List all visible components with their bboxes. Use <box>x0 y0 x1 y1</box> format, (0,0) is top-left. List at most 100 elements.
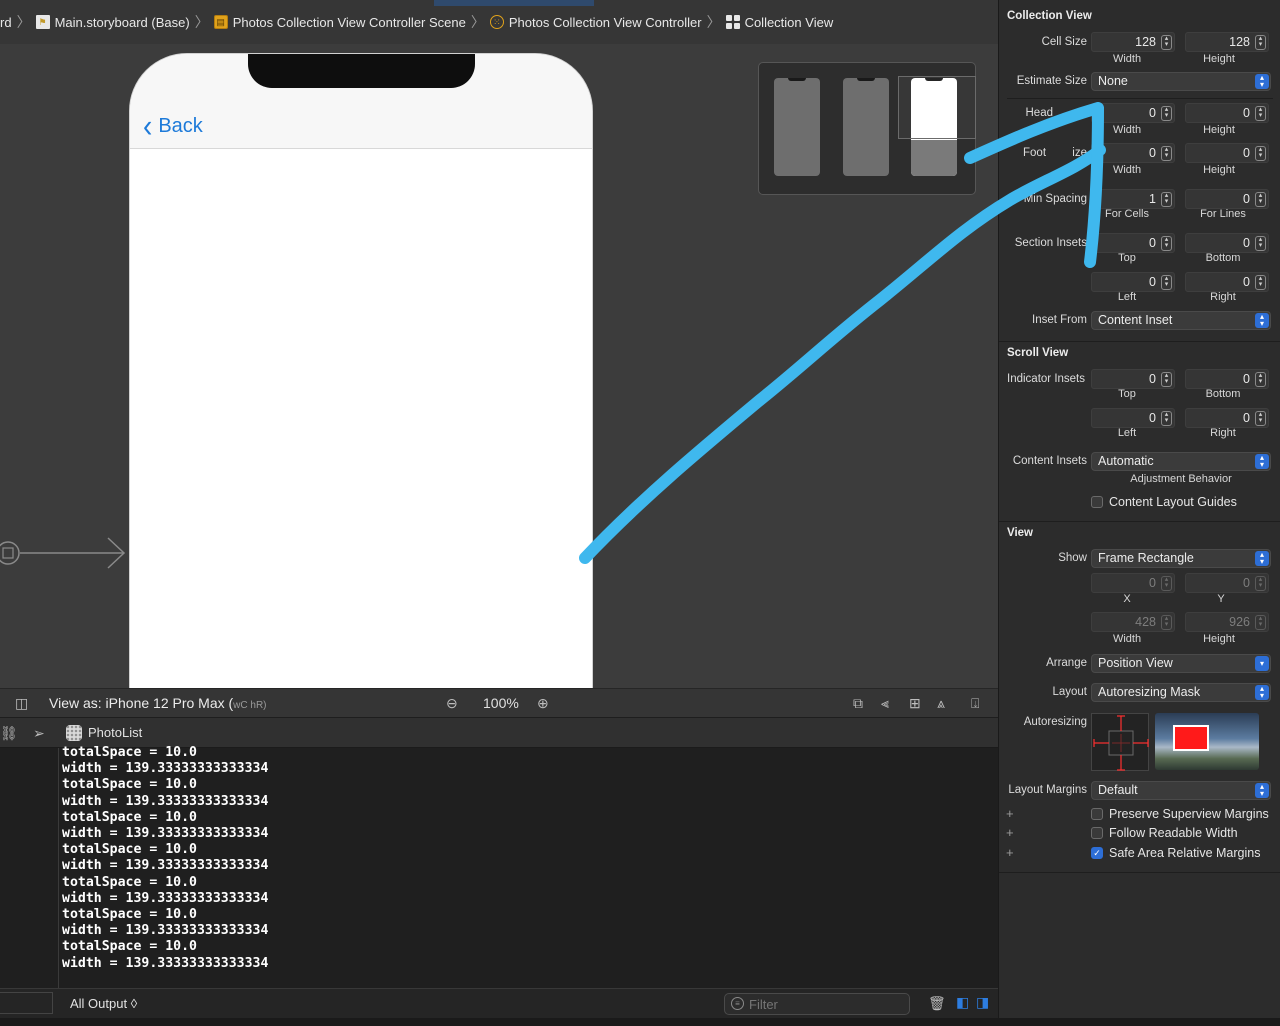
popup-chevron-icon: ▴ ▾ <box>1255 74 1269 89</box>
layout-margins-popup[interactable]: Default ▴ ▾ <box>1091 781 1271 800</box>
debug-view-hierarchy-icon[interactable]: ⛓ <box>0 725 18 742</box>
min-spacing-cells-field[interactable]: 1 ▴ ▾ <box>1091 189 1175 209</box>
layout-popup[interactable]: Autoresizing Mask ▴ ▾ <box>1091 683 1271 702</box>
indicator-inset-top-field[interactable]: 0 ▴ ▾ <box>1091 369 1175 389</box>
process-selector[interactable]: PhotoList <box>66 724 142 741</box>
autoresizing-springs-icon <box>1093 715 1149 771</box>
chevron-left-icon: ‹ <box>143 107 153 144</box>
sub-label-top: Top <box>1118 388 1136 400</box>
embed-in-icon[interactable]: ⍗ <box>971 695 979 712</box>
add-variation-icon[interactable]: + <box>1006 825 1014 840</box>
sub-label-width: Width <box>1112 164 1142 176</box>
follow-readable-width-checkbox[interactable]: Follow Readable Width <box>1091 826 1238 840</box>
cell-width-field[interactable]: 128 ▴ ▾ <box>1091 32 1175 52</box>
console-filter-input[interactable] <box>724 993 910 1015</box>
show-console-view-icon[interactable]: ◨ <box>976 994 989 1011</box>
breadcrumb-item-collection-view[interactable]: Collection View <box>725 0 833 44</box>
variables-view[interactable] <box>0 748 59 1018</box>
safe-area-relative-margins-checkbox[interactable]: ✓ Safe Area Relative Margins <box>1091 846 1260 860</box>
header-height-field[interactable]: 0 ▴ ▾ <box>1185 103 1269 123</box>
zoom-level[interactable]: 100% <box>483 695 519 711</box>
add-constraints-icon[interactable]: ⊞ <box>909 695 921 712</box>
stepper-icon: ▴ ▾ <box>1255 372 1266 387</box>
autoresizing-label: Autoresizing <box>1023 716 1087 728</box>
frame-y-field[interactable]: 0 ▴ ▾ <box>1185 573 1269 593</box>
cell-height-field[interactable]: 128 ▴ ▾ <box>1185 32 1269 52</box>
frame-x-field[interactable]: 0 ▴ ▾ <box>1091 573 1175 593</box>
section-inset-top-field[interactable]: 0 ▴ ▾ <box>1091 233 1175 253</box>
section-inset-left-field[interactable]: 0 ▴ ▾ <box>1091 272 1175 292</box>
scene-icon: ▤ <box>213 15 228 29</box>
stepper-icon: ▴ ▾ <box>1255 576 1266 591</box>
trash-icon[interactable]: 🗑 <box>928 995 946 1012</box>
stepper-icon: ▴ ▾ <box>1255 615 1266 630</box>
layout-label: Layout <box>1052 686 1087 698</box>
add-variation-icon[interactable]: + <box>1006 845 1014 860</box>
cell-size-label: Cell Size <box>1041 36 1087 48</box>
debug-console[interactable]: totalSpace = 10.0 width = 139.33333333333… <box>0 745 998 1018</box>
indicator-inset-right-field[interactable]: 0 ▴ ▾ <box>1185 408 1269 428</box>
add-variation-icon[interactable]: + <box>1006 806 1014 821</box>
minimap-viewport[interactable] <box>898 76 976 139</box>
sub-label-height: Height <box>1203 53 1235 65</box>
view-as-device-button[interactable]: View as: iPhone 12 Pro Max (wC hR) <box>49 695 267 711</box>
iphone-scene[interactable]: ‹ Back <box>129 53 593 688</box>
show-label: Show <box>1058 552 1087 564</box>
sub-label-right: Right <box>1210 427 1236 439</box>
header-width-field[interactable]: 0 ▴ ▾ <box>1091 103 1175 123</box>
console-line: width = 139.33333333333334 <box>62 955 269 971</box>
simulate-location-icon[interactable]: ➢ <box>33 725 45 742</box>
content-layout-guides-checkbox[interactable]: Content Layout Guides <box>1091 495 1237 509</box>
section-inset-bottom-field[interactable]: 0 ▴ ▾ <box>1185 233 1269 253</box>
minimap[interactable] <box>758 62 976 195</box>
indicator-inset-left-field[interactable]: 0 ▴ ▾ <box>1091 408 1175 428</box>
autoresizing-mask-editor[interactable] <box>1091 713 1149 771</box>
inset-from-popup[interactable]: Content Inset ▴ ▾ <box>1091 311 1271 330</box>
footer-height-field[interactable]: 0 ▴ ▾ <box>1185 143 1269 163</box>
document-outline-toggle-icon[interactable]: ◫ <box>15 695 28 712</box>
stepper-icon: ▴ ▾ <box>1161 576 1172 591</box>
stepper-icon: ▴ ▾ <box>1161 615 1172 630</box>
min-spacing-lines-field[interactable]: 0 ▴ ▾ <box>1185 189 1269 209</box>
section-inset-right-field[interactable]: 0 ▴ ▾ <box>1185 272 1269 292</box>
update-frames-icon[interactable]: ⧉ <box>853 695 863 712</box>
console-line: totalSpace = 10.0 <box>62 745 197 760</box>
stepper-icon: ▴ ▾ <box>1161 146 1172 161</box>
breadcrumb-item-main-storyboard[interactable]: ⚑ Main.storyboard (Base) 〉 <box>35 0 214 44</box>
back-button[interactable]: ‹ Back <box>143 107 203 144</box>
console-bottom-bar: All Output ◊ ≡ 🗑 ◧ ◨ <box>0 988 998 1018</box>
content-insets-popup[interactable]: Automatic ▴ ▾ <box>1091 452 1271 471</box>
sub-label-height: Height <box>1203 633 1235 645</box>
show-variables-view-icon[interactable]: ◧ <box>956 994 969 1011</box>
zoom-in-icon[interactable]: ⊕ <box>537 695 549 712</box>
checkmark-icon: ✓ <box>1091 847 1103 859</box>
variables-filter[interactable] <box>0 992 53 1014</box>
minimap-scene-1[interactable] <box>774 78 820 176</box>
footer-width-field[interactable]: 0 ▴ ▾ <box>1091 143 1175 163</box>
estimate-size-popup[interactable]: None ▴ ▾ <box>1091 72 1271 91</box>
breadcrumb-item-scene[interactable]: ▤ Photos Collection View Controller Scen… <box>213 0 490 44</box>
console-line: totalSpace = 10.0 <box>62 809 197 825</box>
output-selector[interactable]: All Output ◊ <box>70 996 137 1011</box>
show-popup[interactable]: Frame Rectangle ▴ ▾ <box>1091 549 1271 568</box>
section-title-scroll-view: Scroll View <box>1007 347 1069 359</box>
header-size-label: Head <box>1025 107 1054 119</box>
frame-width-field[interactable]: 428 ▴ ▾ <box>1091 612 1175 632</box>
breadcrumb-item-view-controller[interactable]: ⁙ Photos Collection View Controller 〉 <box>489 0 726 44</box>
section-title-collection-view: Collection View <box>1007 10 1092 22</box>
sub-label-width: Width <box>1112 633 1142 645</box>
minimap-scene-2[interactable] <box>843 78 889 176</box>
indicator-inset-bottom-field[interactable]: 0 ▴ ▾ <box>1185 369 1269 389</box>
zoom-out-icon[interactable]: ⊖ <box>446 695 458 712</box>
align-icon[interactable]: ⫷ <box>881 695 889 712</box>
sub-label-for-cells: For Cells <box>1104 208 1149 220</box>
resolve-issues-icon[interactable]: ⩓ <box>937 695 945 712</box>
preserve-superview-margins-checkbox[interactable]: Preserve Superview Margins <box>1091 807 1269 821</box>
stepper-icon: ▴ ▾ <box>1255 236 1266 251</box>
console-output[interactable]: totalSpace = 10.0 width = 139.33333333333… <box>62 745 268 972</box>
sub-label-width: Width <box>1112 124 1142 136</box>
frame-height-field[interactable]: 926 ▴ ▾ <box>1185 612 1269 632</box>
arrange-popup[interactable]: Position View ▾ <box>1091 654 1271 673</box>
breadcrumb-item-storyboard-prefix[interactable]: rd 〉 <box>0 0 36 44</box>
storyboard-canvas[interactable]: ‹ Back <box>0 44 998 688</box>
